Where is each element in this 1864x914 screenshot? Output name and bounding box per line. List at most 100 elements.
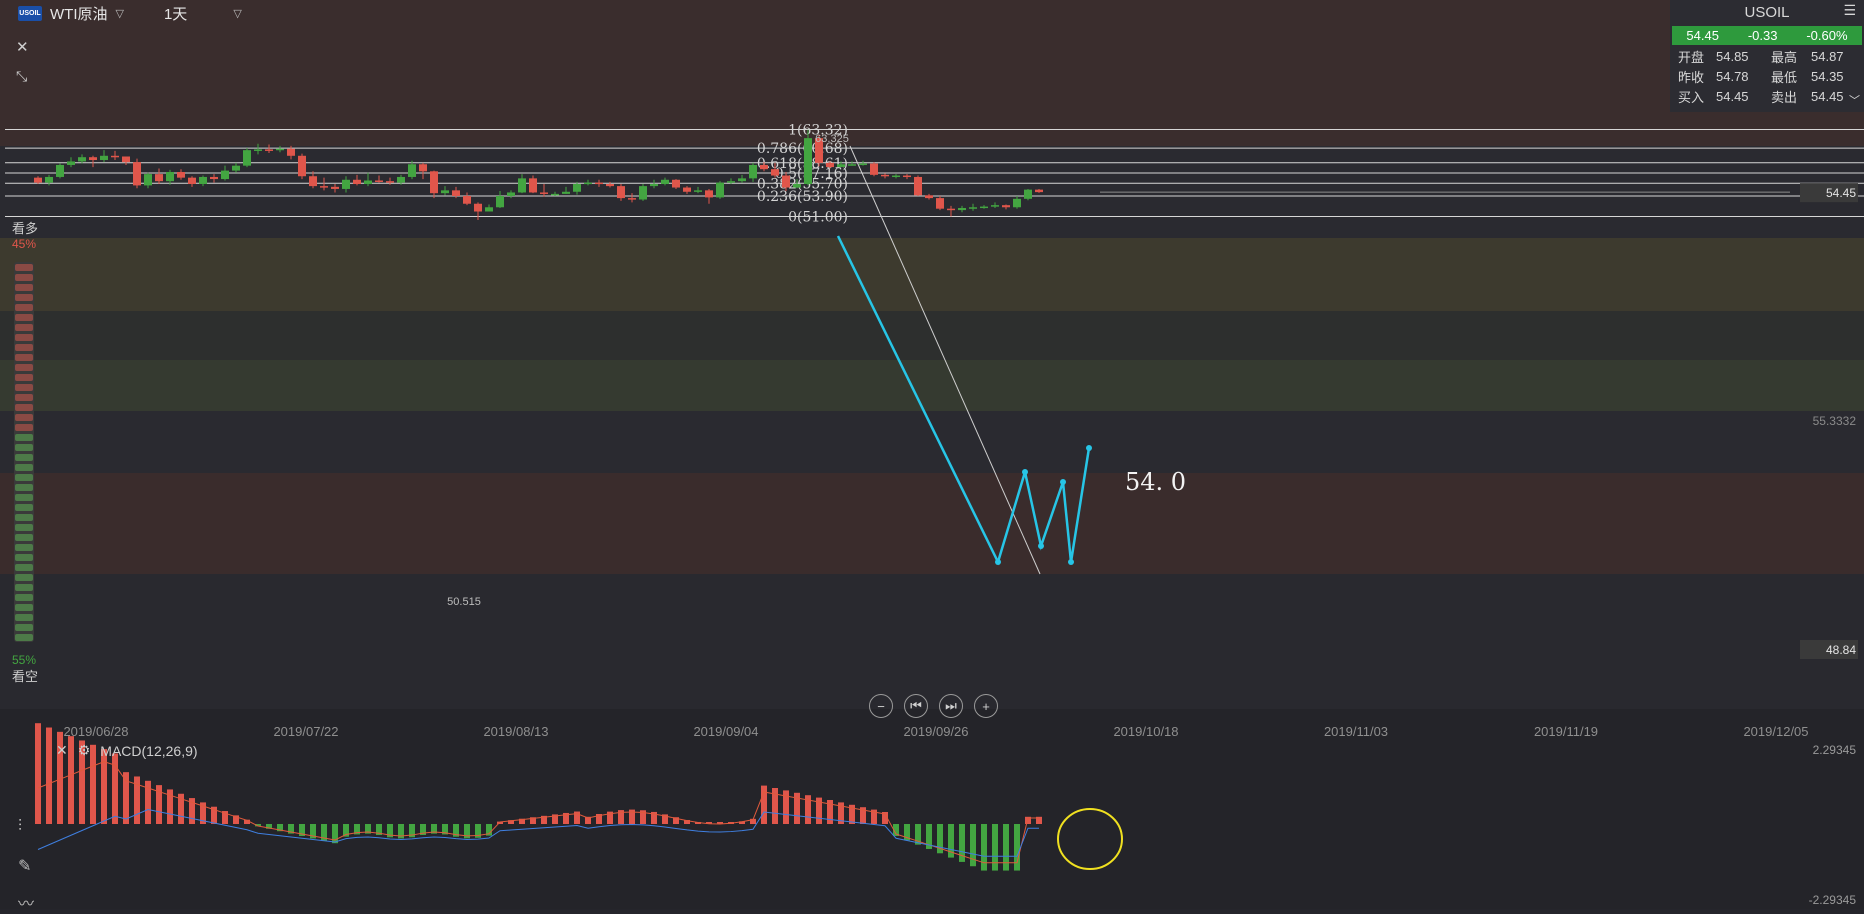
macd-bar	[46, 727, 52, 824]
candle-body	[397, 176, 405, 183]
macd-axis-label: -2.29345	[1809, 893, 1857, 907]
price-annotation: 54. 0	[1125, 468, 1186, 496]
zoom-out-button[interactable]: −	[869, 694, 893, 718]
candle-body	[342, 179, 350, 189]
quote-symbol: USOIL	[1744, 4, 1790, 21]
candle-body	[1024, 189, 1032, 199]
close-icon[interactable]: ✕	[16, 38, 29, 56]
candle-body	[573, 184, 581, 192]
candle-body	[67, 161, 75, 165]
candle-body	[485, 207, 493, 212]
sentiment-segment	[15, 584, 33, 591]
chevron-down-icon[interactable]: ▽	[116, 7, 124, 20]
scroll-end-button[interactable]: ⏭	[939, 694, 963, 718]
sentiment-segment	[15, 504, 33, 511]
chevron-down-icon[interactable]: ▽	[233, 7, 241, 20]
gear-icon[interactable]: ⚙	[78, 742, 91, 759]
sentiment-segment	[15, 544, 33, 551]
candle-body	[727, 181, 735, 183]
candle-body	[441, 190, 449, 194]
period-selector[interactable]: 1天	[164, 3, 187, 24]
candle-body	[529, 178, 537, 193]
sentiment-segment	[15, 394, 33, 401]
chart-type-icon[interactable]: ⫶	[18, 818, 22, 836]
sentiment-segment	[15, 564, 33, 571]
x-axis-label: 2019/07/22	[273, 724, 338, 739]
candle-body	[1002, 205, 1010, 208]
fib-zone-4	[0, 360, 1864, 411]
candle-body	[606, 184, 614, 187]
bear-label: 看空	[12, 669, 38, 684]
chevron-down-icon[interactable]: ﹀	[1849, 92, 1860, 108]
sentiment-segment	[15, 434, 33, 441]
macd-pane	[0, 709, 1864, 909]
candle-body	[760, 164, 768, 170]
sentiment-segment	[15, 314, 33, 321]
candle-body	[408, 164, 416, 177]
high-value: 54.87	[1811, 49, 1844, 64]
scroll-start-button[interactable]: ⏮	[904, 694, 928, 718]
zoom-in-button[interactable]: +	[974, 694, 998, 718]
x-axis-label: 2019/09/26	[903, 724, 968, 739]
price-axis-label: 55.3332	[1813, 414, 1857, 428]
quote-row-open: 开盘 54.85 最高 54.87	[1670, 45, 1864, 65]
candle-body	[78, 157, 86, 162]
drawing-tool-icon[interactable]: ✎	[18, 856, 31, 876]
sentiment-segment	[15, 414, 33, 421]
candle-body	[430, 171, 438, 194]
candle-body	[903, 175, 911, 178]
sentiment-segment	[15, 444, 33, 451]
sentiment-segment	[15, 304, 33, 311]
candle-body	[716, 182, 724, 198]
indicator-icon[interactable]: 〰	[18, 890, 34, 914]
x-axis-label: 2019/10/18	[1113, 724, 1178, 739]
fib-zone-2	[0, 238, 1864, 311]
candle-body	[56, 164, 64, 177]
candle-body	[133, 162, 141, 186]
fib-label: 0(51.00)	[788, 209, 848, 225]
candle-body	[749, 164, 757, 179]
bear-pct: 55%	[12, 653, 36, 667]
close-icon[interactable]: ✕	[56, 742, 68, 759]
candle-body	[199, 176, 207, 185]
sentiment-segment	[15, 364, 33, 371]
x-axis-label: 2019/09/04	[693, 724, 758, 739]
candle-body	[177, 172, 185, 178]
candle-body	[738, 178, 746, 182]
sentiment-segment	[15, 604, 33, 611]
sentiment-segment	[15, 334, 33, 341]
candle-body	[89, 157, 97, 161]
collapse-icon[interactable]: ⤡	[16, 68, 27, 85]
sentiment-segment	[15, 464, 33, 471]
candle-body	[375, 180, 383, 182]
x-axis-label: 2019/08/13	[483, 724, 548, 739]
candle-body	[518, 178, 526, 193]
sentiment-segment	[15, 284, 33, 291]
quote-row-bid: 买入 54.45 卖出 54.45	[1670, 85, 1864, 105]
candle-body	[188, 177, 196, 185]
sentiment-segment	[15, 374, 33, 381]
menu-icon[interactable]: ☰	[1843, 2, 1856, 19]
candle-body	[595, 182, 603, 185]
wave-arrowhead	[1068, 559, 1074, 565]
symbol-selector[interactable]: WTI原油	[50, 3, 108, 24]
fib-label: 0.236(53.90)	[757, 189, 848, 205]
candle-body	[705, 190, 713, 198]
candle-body	[848, 164, 856, 166]
ask-value: 54.45	[1811, 89, 1844, 104]
candle-body	[364, 180, 372, 185]
toolbar: USOIL WTI原油 ▽ 1天 ▽	[0, 0, 242, 26]
sentiment-segment	[15, 384, 33, 391]
candle-body	[562, 191, 570, 194]
fib-zone-3	[0, 311, 1864, 360]
macd-axis-label: 2.29345	[1813, 743, 1857, 757]
price-chart[interactable]: 1(63.32)0.786(60.68)0.618(58.61)0.5(57.1…	[0, 0, 1864, 909]
sentiment-segment	[15, 294, 33, 301]
candle-body	[1013, 198, 1021, 208]
fib-zone-6	[0, 473, 1864, 574]
ask-label: 卖出	[1771, 90, 1798, 105]
quote-price: 54.45	[1686, 28, 1719, 43]
sentiment-segment	[15, 634, 33, 641]
quote-row-close: 昨收 54.78 最低 54.35	[1670, 65, 1864, 85]
indicator-name: MACD(12,26,9)	[100, 742, 198, 759]
